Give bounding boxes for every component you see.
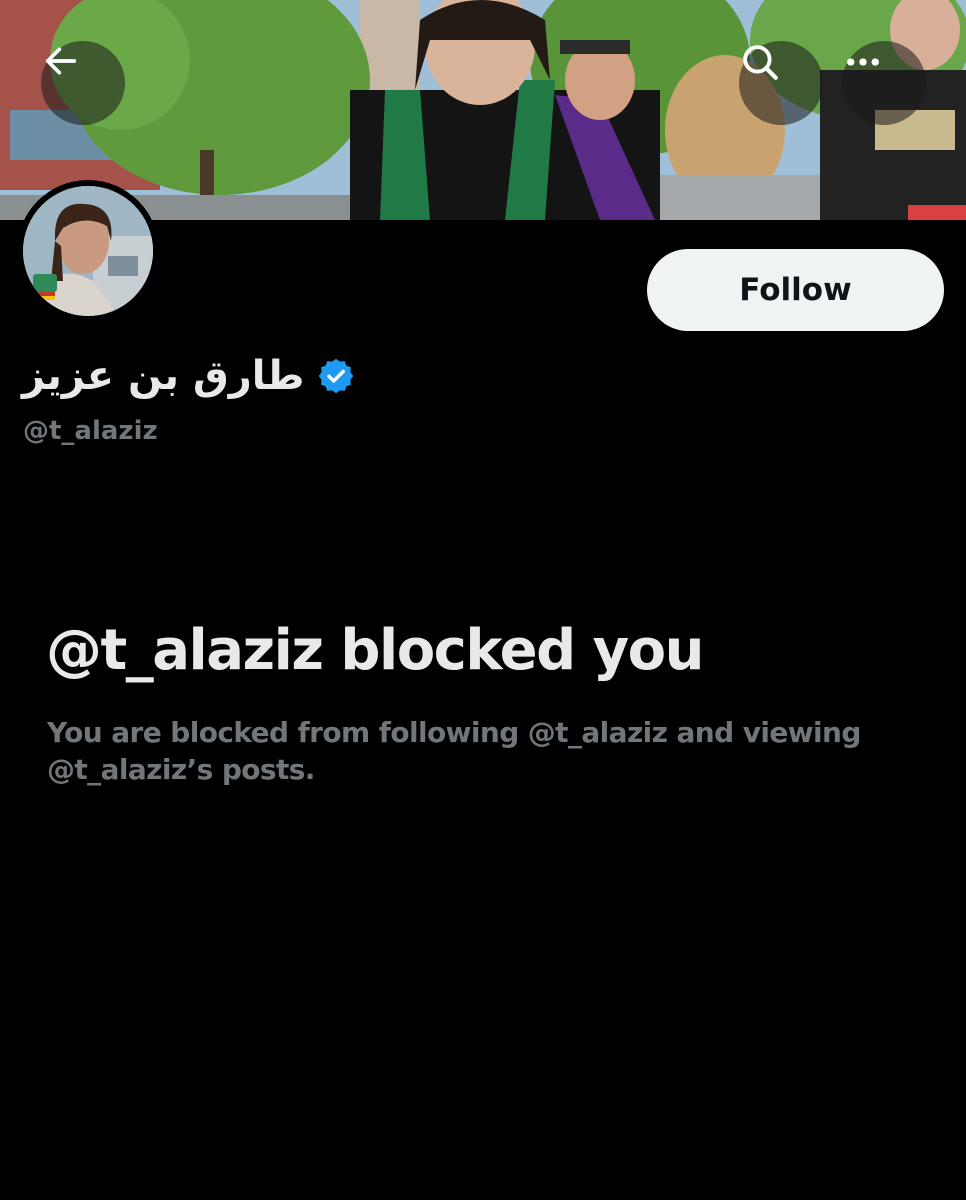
more-horizontal-icon <box>847 58 879 66</box>
profile-banner[interactable] <box>0 0 966 220</box>
banner-photo <box>0 0 966 220</box>
display-name: طارق بن عزيز <box>22 353 305 399</box>
arrow-left-icon <box>45 47 77 75</box>
search-button[interactable] <box>739 41 823 125</box>
profile-avatar[interactable] <box>17 180 159 322</box>
avatar-photo <box>23 186 153 316</box>
avatar <box>23 186 153 316</box>
more-options-button[interactable] <box>842 41 926 125</box>
search-icon <box>743 45 778 80</box>
verified-badge-icon[interactable] <box>318 358 354 394</box>
blocked-description: You are blocked from following @t_alaziz… <box>47 716 861 786</box>
verified-badge-icon-svg <box>319 358 354 394</box>
profile-name-row: طارق بن عزيز <box>22 340 354 412</box>
blocked-title: @t_alaziz blocked you <box>46 618 705 683</box>
profile-handle: @t_alaziz <box>23 416 158 446</box>
follow-button[interactable]: Follow <box>647 249 944 331</box>
back-button[interactable] <box>41 41 125 125</box>
